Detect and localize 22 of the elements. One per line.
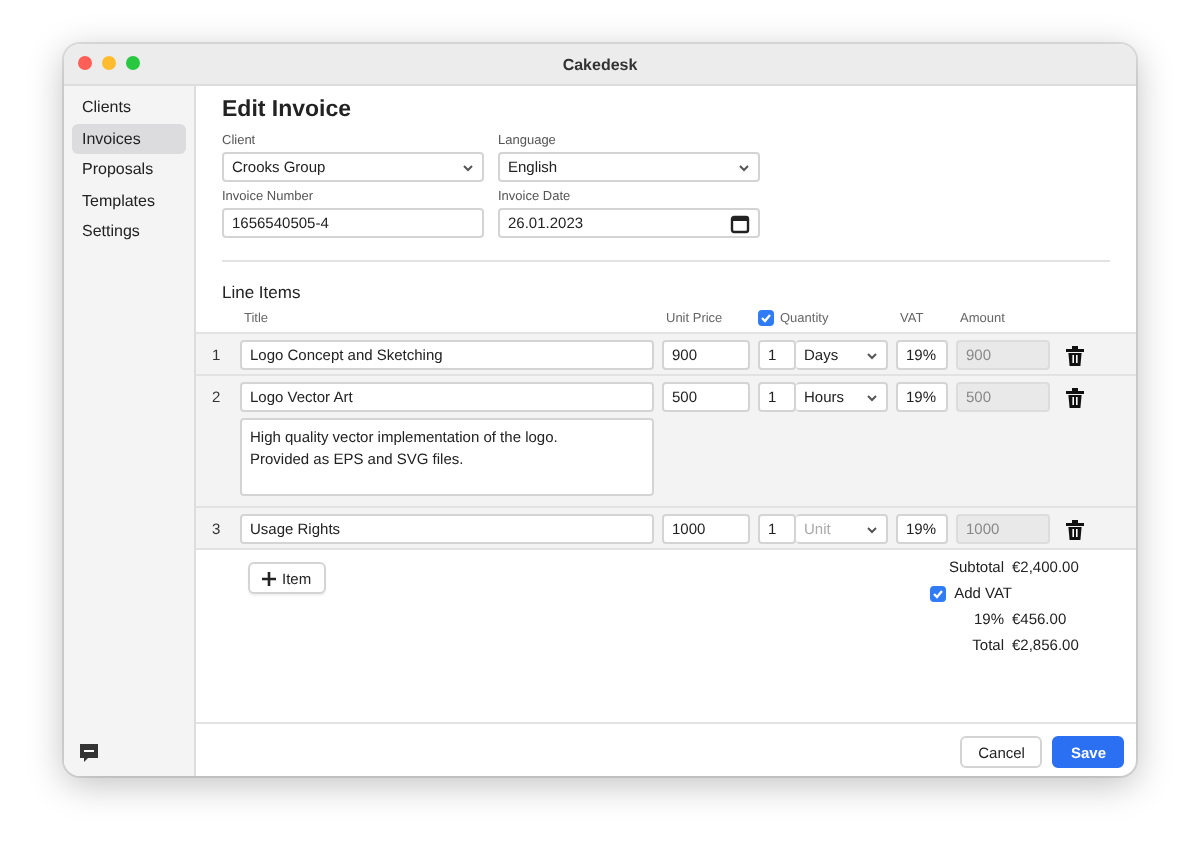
sidebar-item[interactable]: Clients	[72, 92, 186, 122]
checkbox[interactable]	[758, 310, 774, 326]
chevron-icon	[866, 525, 878, 533]
sidebar-item[interactable]: Proposals	[72, 154, 186, 184]
section-heading: Line Items	[222, 282, 303, 302]
close-button[interactable]	[78, 56, 92, 70]
window-title: Cakedesk	[562, 55, 638, 73]
trash-icon[interactable]	[1066, 519, 1084, 539]
checkbox[interactable]	[930, 585, 947, 601]
chevron-icon	[866, 351, 878, 359]
chevron-icon	[738, 163, 750, 171]
sidebar-item[interactable]: Templates	[72, 185, 186, 215]
chevron-icon	[462, 163, 474, 171]
sidebar-item[interactable]: Settings	[72, 216, 186, 246]
trash-icon[interactable]	[1066, 345, 1084, 365]
page-heading: Edit Invoice	[222, 98, 354, 122]
chat-icon[interactable]	[78, 742, 100, 764]
calendar-icon[interactable]	[730, 213, 750, 233]
chevron-icon	[866, 393, 878, 401]
trash-icon[interactable]	[1066, 387, 1084, 407]
plus-icon	[262, 571, 276, 585]
sidebar-item[interactable]: Invoices	[72, 123, 186, 153]
